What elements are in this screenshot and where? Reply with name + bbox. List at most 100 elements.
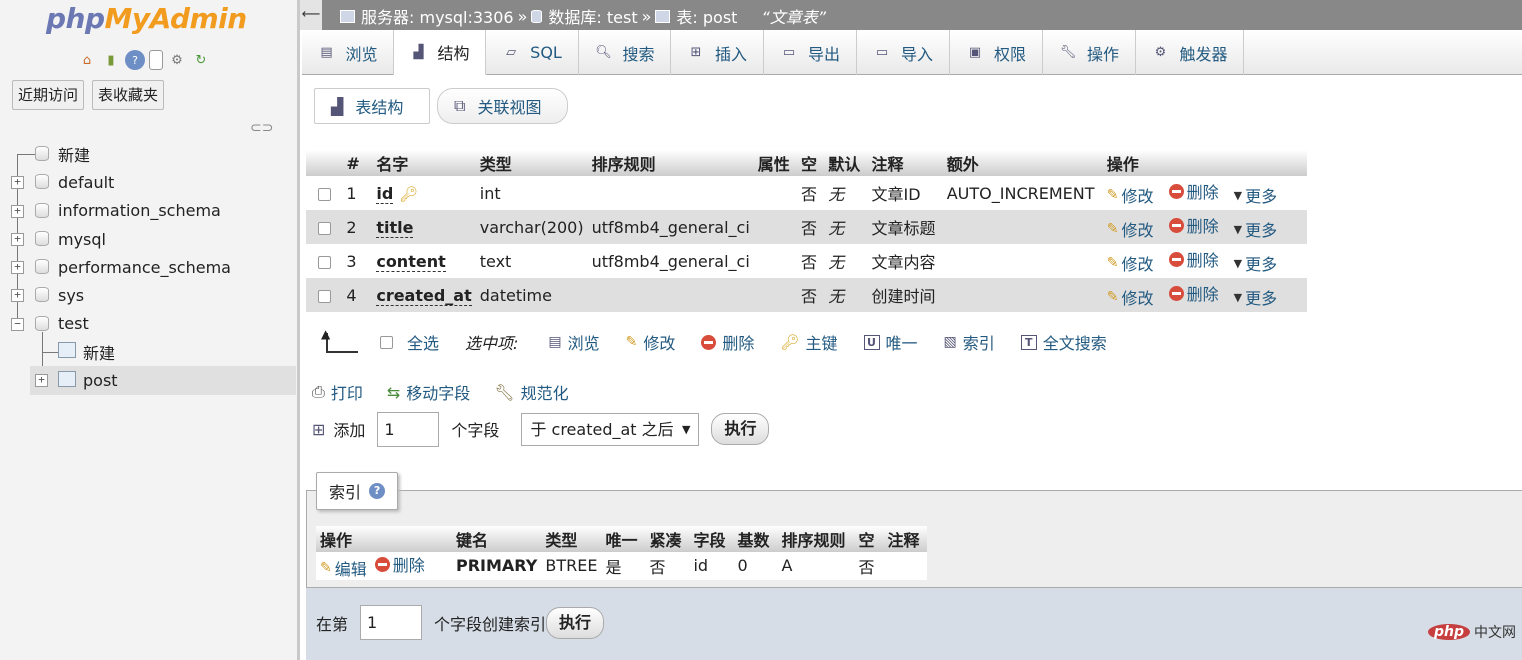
breadcrumb-table[interactable]: 表: post [676,4,737,28]
print-button[interactable]: ⎙ 打印 [312,380,363,404]
caret-down-icon: ▼ [1233,290,1243,304]
expand-icon[interactable]: + [11,176,24,190]
database-icon [35,174,49,190]
add-position-select[interactable]: 于 created_at 之后 ▼ [521,412,700,446]
drop-column-button[interactable]: 删除 [1168,247,1219,271]
help-icon[interactable]: ? [125,50,145,70]
tab-triggers[interactable]: ⚙ 触发器 [1136,30,1244,75]
phpmyadmin-logo[interactable]: phpMyAdmin [46,2,247,35]
row-checkbox[interactable] [317,187,331,201]
bulk-primary-button[interactable]: 🔑︎ 主键 [780,330,837,354]
structure-icon: ▟ [331,96,344,116]
tree-item-mysql[interactable]: + mysql [0,225,296,253]
column-name[interactable]: content [376,251,446,272]
column-name[interactable]: id [376,183,394,204]
more-actions-button[interactable]: ▼ 更多 [1234,251,1277,275]
tree-item-default[interactable]: + default [0,168,296,196]
recent-tables-button[interactable]: 近期访问 [12,80,85,110]
subtab-table-structure[interactable]: ▟ 表结构 [314,88,430,124]
create-index-form: 在第 1 个字段创建索引 执行 [306,587,1522,660]
create-index-count-input[interactable]: 1 [360,605,423,640]
database-tree: 新建 + default + information_schema + mysq… [0,140,296,395]
move-columns-button[interactable]: ⇆ 移动字段 [387,380,470,404]
tab-sql[interactable]: ▱ SQL [486,30,579,75]
expand-icon[interactable]: + [11,289,24,303]
create-index-go-button[interactable]: 执行 [546,606,605,639]
tab-import[interactable]: ▭ 导入 [857,30,950,75]
bulk-fulltext-button[interactable]: T 全文搜索 [1020,330,1107,354]
expand-icon[interactable]: + [11,261,24,275]
collapse-nav-button[interactable]: ⟵ [300,0,322,30]
drop-column-button[interactable]: 删除 [1168,281,1219,305]
row-checkbox[interactable] [317,289,331,303]
drop-index-button[interactable]: 删除 [374,552,425,576]
relation-icon: ⧉ [454,96,466,115]
column-name[interactable]: created_at [376,285,472,306]
edit-column-button[interactable]: ✎ 修改 [1107,183,1154,207]
more-actions-button[interactable]: ▼ 更多 [1234,183,1277,207]
bulk-index-button[interactable]: ▧ 索引 [944,330,995,354]
tree-item-information-schema[interactable]: + information_schema [0,197,296,225]
drop-column-button[interactable]: 删除 [1168,213,1219,237]
normalize-button[interactable]: 🔧︎ 规范化 [494,380,568,404]
tree-item-performance-schema[interactable]: + performance_schema [0,253,296,281]
check-all-checkbox[interactable] [380,335,393,349]
exit-icon[interactable]: ▮ [101,50,121,70]
bulk-edit-button[interactable]: ✎ 修改 [626,330,676,354]
column-name[interactable]: title [376,217,414,238]
check-all-label[interactable]: 全选 [407,330,439,354]
breadcrumb-server[interactable]: 服务器: mysql:3306 [361,4,514,28]
row-checkbox[interactable] [317,255,331,269]
table-icon [655,9,671,23]
tree-item-post[interactable]: + post [30,366,296,395]
settings-icon[interactable]: ⚙ [167,50,187,70]
index-icon: ▧ [943,334,957,350]
table-row: 2 title varchar(200) utf8mb4_general_ci … [306,210,1307,244]
row-checkbox[interactable] [317,221,331,235]
breadcrumb-database[interactable]: 数据库: test [548,4,637,28]
tab-operations[interactable]: 🔧︎ 操作 [1043,30,1136,75]
indexes-legend[interactable]: 索引? [316,472,399,510]
tab-browse[interactable]: ▤ 浏览 [302,30,394,75]
bulk-drop-button[interactable]: 删除 [701,330,754,354]
delete-icon [374,556,390,572]
new-table-icon [58,342,76,359]
edit-index-button[interactable]: ✎ 编辑 [320,556,367,580]
add-columns-go-button[interactable]: 执行 [711,413,770,445]
edit-column-button[interactable]: ✎ 修改 [1107,285,1154,309]
drop-column-button[interactable]: 删除 [1168,179,1219,203]
primary-key-icon: 🔑︎ [399,184,419,203]
add-columns-count-input[interactable]: 1 [377,411,440,447]
subtab-relation-view[interactable]: ⧉ 关联视图 [437,88,568,124]
reload-icon[interactable]: ↻ [191,50,211,70]
more-actions-button[interactable]: ▼ 更多 [1234,285,1277,309]
bulk-browse-button[interactable]: ▤ 浏览 [548,330,599,354]
table-icon [58,371,76,388]
table-row: 1 id 🔑︎ int 否 无 文章ID AUTO_INCREMENT ✎ 修改 删… [306,176,1307,210]
bulk-unique-button[interactable]: U 唯一 [863,330,918,354]
table-row: 4 created_at datetime 否 无 创建时间 ✎ 修改 删除 ▼ 更… [306,278,1307,312]
expand-icon[interactable]: + [11,204,24,218]
database-icon [35,230,49,246]
docs-icon[interactable] [149,50,163,70]
favorite-tables-button[interactable]: 表收藏夹 [92,80,165,110]
tab-structure[interactable]: ▟ 结构 [394,30,486,75]
tab-export[interactable]: ▭ 导出 [764,30,857,75]
tree-item-new-table[interactable]: 新建 [0,338,296,366]
collapse-icon[interactable]: − [11,317,24,331]
more-actions-button[interactable]: ▼ 更多 [1234,217,1277,241]
tab-search[interactable]: 🔍︎ 搜索 [579,30,671,75]
link-toggle-icon[interactable]: ⊂⊃ [250,120,273,136]
tree-item-sys[interactable]: + sys [0,281,296,309]
tab-privileges[interactable]: ▣ 权限 [950,30,1043,75]
browse-icon: ▤ [320,45,333,60]
edit-column-button[interactable]: ✎ 修改 [1107,217,1154,241]
edit-column-button[interactable]: ✎ 修改 [1107,251,1154,275]
home-icon[interactable]: ⌂ [77,50,97,70]
tab-insert[interactable]: ⊞ 插入 [671,30,764,75]
tree-item-test[interactable]: − test [0,310,296,382]
expand-icon[interactable]: + [11,232,24,246]
help-icon[interactable]: ? [369,483,386,499]
tree-item-new[interactable]: 新建 [0,140,296,168]
expand-icon[interactable]: + [35,374,48,388]
